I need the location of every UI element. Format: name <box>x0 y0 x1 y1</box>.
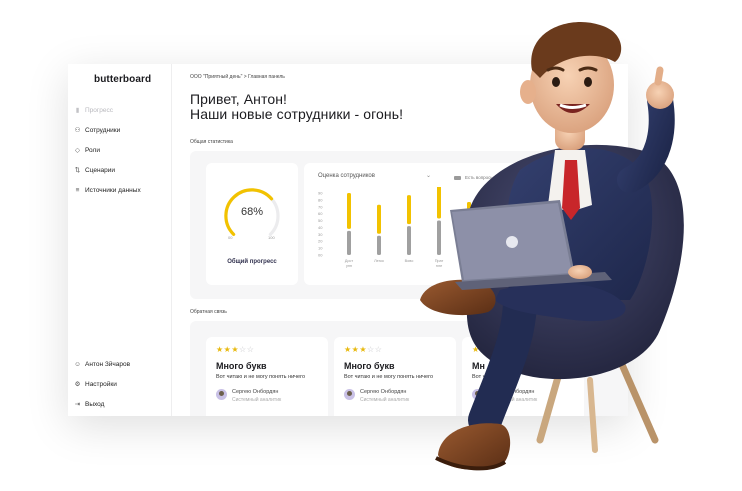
sidebar-item-label: Антон Зйчаров <box>85 360 131 368</box>
y-tick-label: 10 <box>318 246 323 251</box>
sidebar-item-profile[interactable]: ☺ Антон Зйчаров <box>74 354 170 374</box>
sidebar-item-logout[interactable]: ⇥ Выход <box>74 394 170 414</box>
bar-gray[interactable] <box>347 230 351 255</box>
sidebar-item-settings[interactable]: ⚙ Настройки <box>74 374 170 394</box>
stats-section-title: Общая статистика <box>190 139 233 145</box>
breadcrumb[interactable]: ООО "Приятный день" > Главная панель <box>190 74 285 80</box>
avatar <box>344 389 355 400</box>
greeting-line-1: Привет, Антон! <box>190 91 288 107</box>
sidebar: butterboard ▮ Прогресс ⚇ Сотрудники ◇ Ро… <box>68 64 172 416</box>
y-tick-label: 00 <box>318 253 323 258</box>
sidebar-item-label: Сотрудники <box>85 126 121 134</box>
database-icon: ≡ <box>75 186 80 194</box>
sidebar-item-label: Прогресс <box>85 106 114 114</box>
logo[interactable]: butterboard <box>94 74 151 85</box>
bar-chart-icon: ▮ <box>75 107 80 114</box>
sidebar-item-data-sources[interactable]: ≡ Источники данных <box>74 180 170 200</box>
feedback-text: Вот читаю и не могу понять ничего <box>216 374 306 380</box>
stage: butterboard ▮ Прогресс ⚇ Сотрудники ◇ Ро… <box>0 0 742 491</box>
bar-yellow[interactable] <box>347 193 351 229</box>
progress-card: 68% 00 100 Общий прогресс <box>206 163 298 285</box>
x-tick-label: упн <box>346 264 352 268</box>
feedback-section-title: Обратная связь <box>190 309 227 315</box>
sidebar-item-label: Источники данных <box>85 186 141 194</box>
gear-icon: ⚙ <box>74 381 81 388</box>
flow-icon: ⇅ <box>74 167 81 174</box>
star-rating: ★★★☆☆ <box>344 345 383 354</box>
sidebar-nav: ▮ Прогресс ⚇ Сотрудники ◇ Роли ⇅ Сценари… <box>74 100 170 200</box>
sidebar-item-roles[interactable]: ◇ Роли <box>74 140 170 160</box>
sidebar-item-label: Выход <box>85 400 105 408</box>
y-tick-label: 20 <box>318 239 323 244</box>
y-tick-label: 70 <box>318 204 323 209</box>
sidebar-item-label: Настройки <box>85 380 117 388</box>
gauge-max-label: 100 <box>268 235 275 240</box>
businessman-mascot-illustration <box>420 22 684 471</box>
feedback-author-role: Системный аналитик <box>232 397 282 403</box>
user-icon: ☺ <box>74 360 81 368</box>
feedback-author: Сергею Онбордян <box>232 389 279 395</box>
bar-gray[interactable] <box>377 235 381 255</box>
avatar <box>216 389 227 400</box>
y-tick-label: 90 <box>318 191 323 196</box>
users-icon: ⚇ <box>74 127 81 134</box>
sidebar-item-scenarios[interactable]: ⇅ Сценарии <box>74 160 170 180</box>
feedback-card[interactable]: ★★★☆☆ Много букв Вот читаю и не могу пон… <box>206 337 328 416</box>
page-title: Привет, Антон! Наши новые сотрудники - о… <box>190 92 403 122</box>
logout-icon: ⇥ <box>74 401 81 408</box>
tag-icon: ◇ <box>75 147 80 154</box>
sidebar-bottom: ☺ Антон Зйчаров ⚙ Настройки ⇥ Выход <box>74 354 170 414</box>
x-tick-label: Дост <box>345 259 354 263</box>
y-tick-label: 80 <box>318 197 323 202</box>
bar-yellow[interactable] <box>377 204 381 234</box>
gauge-min-label: 00 <box>228 235 233 240</box>
progress-label: Общий прогресс <box>227 259 277 265</box>
greeting-line-2: Наши новые сотрудники - огонь! <box>190 106 404 122</box>
feedback-title: Много букв <box>216 361 267 371</box>
chart-title: Оценка сотрудников <box>318 173 375 179</box>
sidebar-item-progress[interactable]: ▮ Прогресс <box>74 100 170 120</box>
sidebar-item-label: Сценарии <box>85 166 116 174</box>
progress-value: 68% <box>240 206 264 218</box>
y-tick-label: 30 <box>318 232 323 237</box>
y-tick-label: 40 <box>318 225 323 230</box>
sidebar-item-label: Роли <box>85 146 100 154</box>
y-tick-label: 60 <box>318 211 323 216</box>
y-tick-label: 50 <box>318 218 323 223</box>
sidebar-item-employees[interactable]: ⚇ Сотрудники <box>74 120 170 140</box>
star-rating: ★★★☆☆ <box>216 345 255 354</box>
feedback-title: Много букв <box>344 361 395 371</box>
x-tick-label: Легко <box>374 259 384 263</box>
